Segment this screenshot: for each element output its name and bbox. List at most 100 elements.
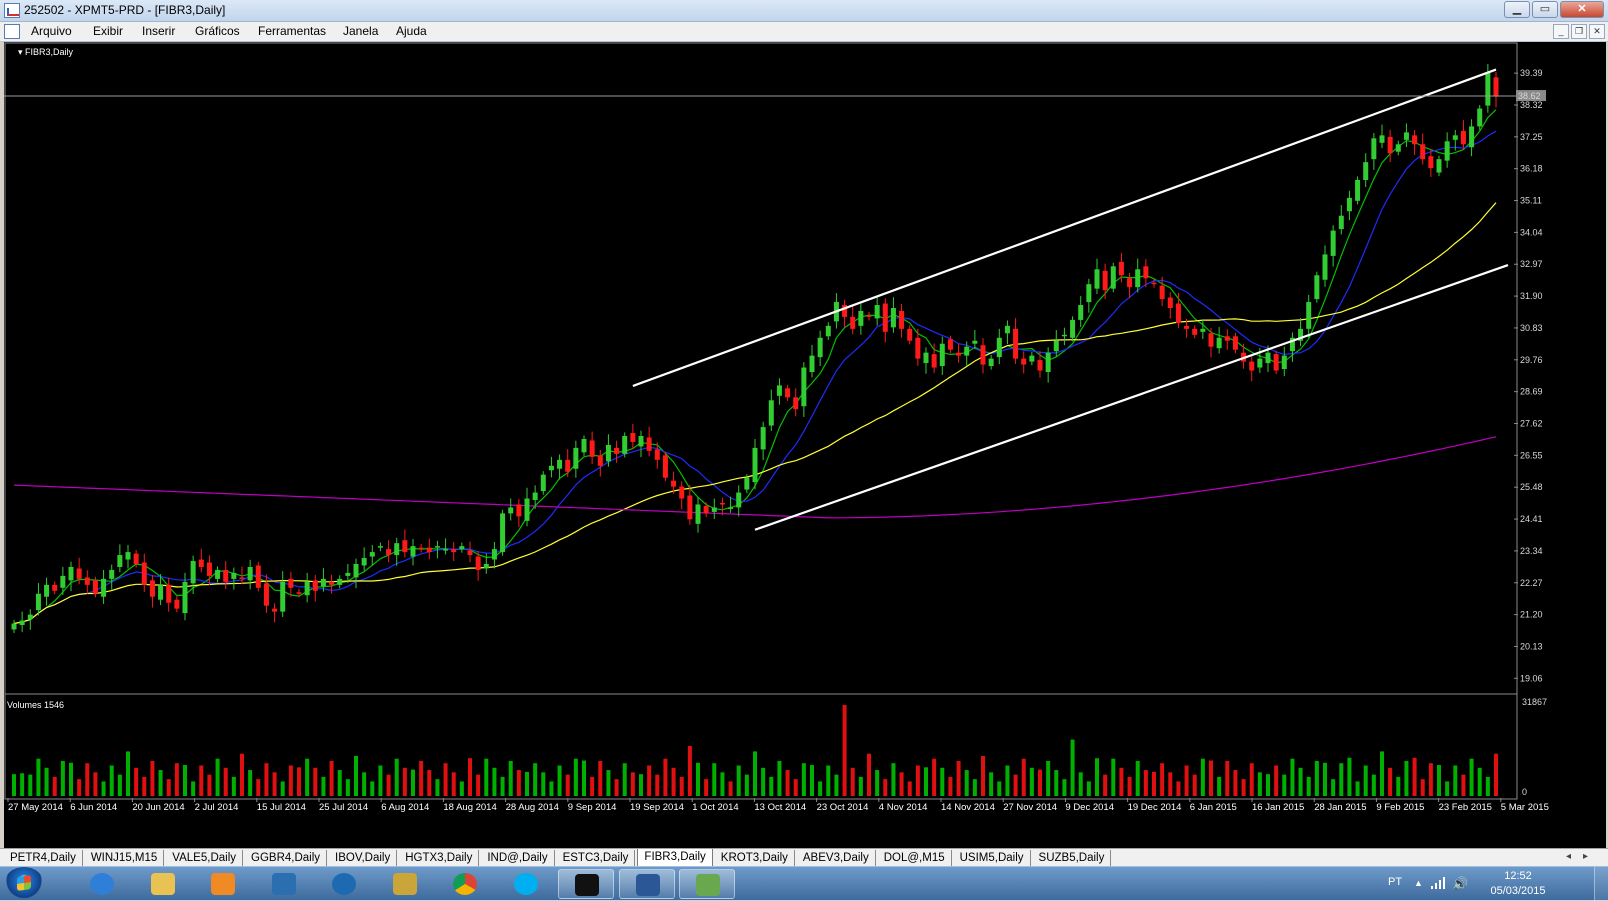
chart-tab-dol-m15[interactable]: DOL@,M15 xyxy=(878,850,952,866)
show-hidden-icons-icon[interactable]: ▲ xyxy=(1414,878,1423,888)
chart-tab-vale5-daily[interactable]: VALE5,Daily xyxy=(166,850,244,866)
x-tick-label: 9 Feb 2015 xyxy=(1376,802,1424,813)
chart-tab-fibr3-daily[interactable]: FIBR3,Daily xyxy=(637,849,713,867)
volume-bar-up xyxy=(1298,767,1303,796)
close-button[interactable]: ✕ xyxy=(1560,1,1604,18)
candle-down xyxy=(1143,266,1149,279)
volume-bar-down xyxy=(329,760,334,796)
volume-bar-up xyxy=(1005,765,1010,796)
minimize-button[interactable]: ▁ xyxy=(1504,1,1530,18)
trendline[interactable] xyxy=(754,264,1509,531)
volume-bar-up xyxy=(1485,776,1490,796)
volume-bar-up xyxy=(1339,763,1344,796)
chart-tab-bar: PETR4,Daily WINJ15,M15 VALE5,Daily GGBR4,Da… xyxy=(0,848,1608,867)
taskbar-button-chrome[interactable] xyxy=(437,869,493,899)
clock[interactable]: 12:52 05/03/2015 xyxy=(1478,869,1558,899)
menu-arquivo[interactable]: Arquivo xyxy=(31,24,72,38)
volume-bar-down xyxy=(150,760,155,796)
candle-down xyxy=(516,504,522,517)
taskbar-button-xp-trading[interactable] xyxy=(558,869,614,899)
menu-exibir[interactable]: Exibir xyxy=(93,24,123,38)
chart-tab-ind-daily[interactable]: IND@,Daily xyxy=(481,850,555,866)
taskbar-button-metatrader[interactable] xyxy=(679,869,735,899)
menu-ajuda[interactable]: Ajuda xyxy=(396,24,427,38)
taskbar-button-file-explorer[interactable] xyxy=(135,869,191,899)
taskbar-button-skype[interactable] xyxy=(498,869,554,899)
taskbar-button-media-player[interactable] xyxy=(195,869,251,899)
volume-bar-up xyxy=(1029,767,1034,796)
chart-tab-usim5-daily[interactable]: USIM5,Daily xyxy=(954,850,1031,866)
document-icon[interactable] xyxy=(4,24,20,39)
price-chart[interactable]: 39.39 38.32 37.25 36.18 35.11 34.04 32.97 31.90… xyxy=(4,42,1606,848)
candle-up xyxy=(581,438,587,453)
candle-up xyxy=(1078,305,1084,320)
volume-bar-down xyxy=(1412,757,1417,796)
language-indicator[interactable]: PT xyxy=(1388,876,1402,888)
volume-bar-down xyxy=(728,781,733,796)
start-button[interactable] xyxy=(4,867,44,901)
volume-bar-down xyxy=(516,770,521,796)
maximize-button[interactable]: ▭ xyxy=(1532,1,1558,18)
candle-up xyxy=(540,474,546,492)
menu-inserir[interactable]: Inserir xyxy=(142,24,175,38)
volume-bar-up xyxy=(525,771,529,796)
x-tick-label: 16 Jan 2015 xyxy=(1252,802,1304,813)
volume-bar-up xyxy=(777,760,782,796)
menu-graficos[interactable]: Gráficos xyxy=(195,24,240,38)
symbol-label[interactable]: ▾ FIBR3,Daily xyxy=(18,47,74,57)
candle-down xyxy=(703,505,709,514)
candle-up xyxy=(744,477,750,490)
x-tick-label: 2 Jul 2014 xyxy=(195,802,239,813)
candle-down xyxy=(451,549,457,553)
volume-bar-down xyxy=(1152,771,1156,796)
doc-minimize-button[interactable]: _ xyxy=(1553,24,1569,39)
chart-tab-suzb5-daily[interactable]: SUZB5,Daily xyxy=(1033,850,1112,866)
candle-down xyxy=(1412,135,1418,145)
x-tick-label: 19 Dec 2014 xyxy=(1128,802,1182,813)
show-desktop-button[interactable] xyxy=(1594,867,1608,901)
candle-up xyxy=(182,581,188,614)
word-icon xyxy=(635,874,660,896)
chart-window[interactable]: 39.39 38.32 37.25 36.18 35.11 34.04 32.97 31.90… xyxy=(0,42,1608,848)
taskbar-button-word[interactable] xyxy=(618,869,675,899)
volume-bar-down xyxy=(1209,760,1213,796)
volume-bar-down xyxy=(1249,763,1254,796)
chart-tab-hgtx3-daily[interactable]: HGTX3,Daily xyxy=(399,850,480,866)
y-tick-label: 23.34 xyxy=(1520,546,1543,556)
y-tick-label: 21.20 xyxy=(1520,610,1543,620)
volume-bar-down xyxy=(386,774,391,796)
candle-down xyxy=(402,540,408,553)
y-tick-label: 34.04 xyxy=(1520,227,1543,237)
candle-up xyxy=(557,459,563,469)
candle-up xyxy=(361,558,367,566)
candle-up xyxy=(1061,334,1067,337)
candle-down xyxy=(426,547,432,553)
volume-bar-down xyxy=(174,763,179,796)
candle-up xyxy=(1452,135,1458,140)
taskbar-button-internet-explorer[interactable] xyxy=(74,869,130,899)
volume-bar-down xyxy=(785,770,790,796)
network-icon[interactable] xyxy=(1430,876,1446,890)
taskbar-button-hp[interactable] xyxy=(316,869,372,899)
chart-tab-petr4-daily[interactable]: PETR4,Daily xyxy=(4,850,83,866)
candle-up xyxy=(1257,358,1263,368)
chart-tab-estc3-daily[interactable]: ESTC3,Daily xyxy=(557,850,636,866)
taskbar-button-archive[interactable] xyxy=(377,869,433,899)
tab-scroll-arrows-icon[interactable]: ◂▸ xyxy=(1566,851,1600,862)
candle-up xyxy=(459,546,465,550)
volume-bar-down xyxy=(842,705,847,796)
ma-mid-line xyxy=(13,130,1497,625)
chart-tab-krot3-daily[interactable]: KROT3,Daily xyxy=(715,850,795,866)
menu-janela[interactable]: Janela xyxy=(343,24,378,38)
taskbar-button-messenger[interactable] xyxy=(256,869,312,899)
chart-tab-abev3-daily[interactable]: ABEV3,Daily xyxy=(797,850,876,866)
menu-ferramentas[interactable]: Ferramentas xyxy=(258,24,326,38)
doc-restore-button[interactable]: ❐ xyxy=(1571,24,1587,39)
chart-tab-ibov-daily[interactable]: IBOV,Daily xyxy=(329,850,398,866)
volume-icon[interactable]: 🔊 xyxy=(1452,876,1468,892)
collapse-triangle-icon[interactable]: ▾ xyxy=(18,47,25,57)
chart-tab-winj15-m15[interactable]: WINJ15,M15 xyxy=(85,850,165,866)
doc-close-button[interactable]: ✕ xyxy=(1589,24,1605,39)
volume-bar-up xyxy=(1404,760,1409,796)
chart-tab-ggbr4-daily[interactable]: GGBR4,Daily xyxy=(245,850,328,866)
